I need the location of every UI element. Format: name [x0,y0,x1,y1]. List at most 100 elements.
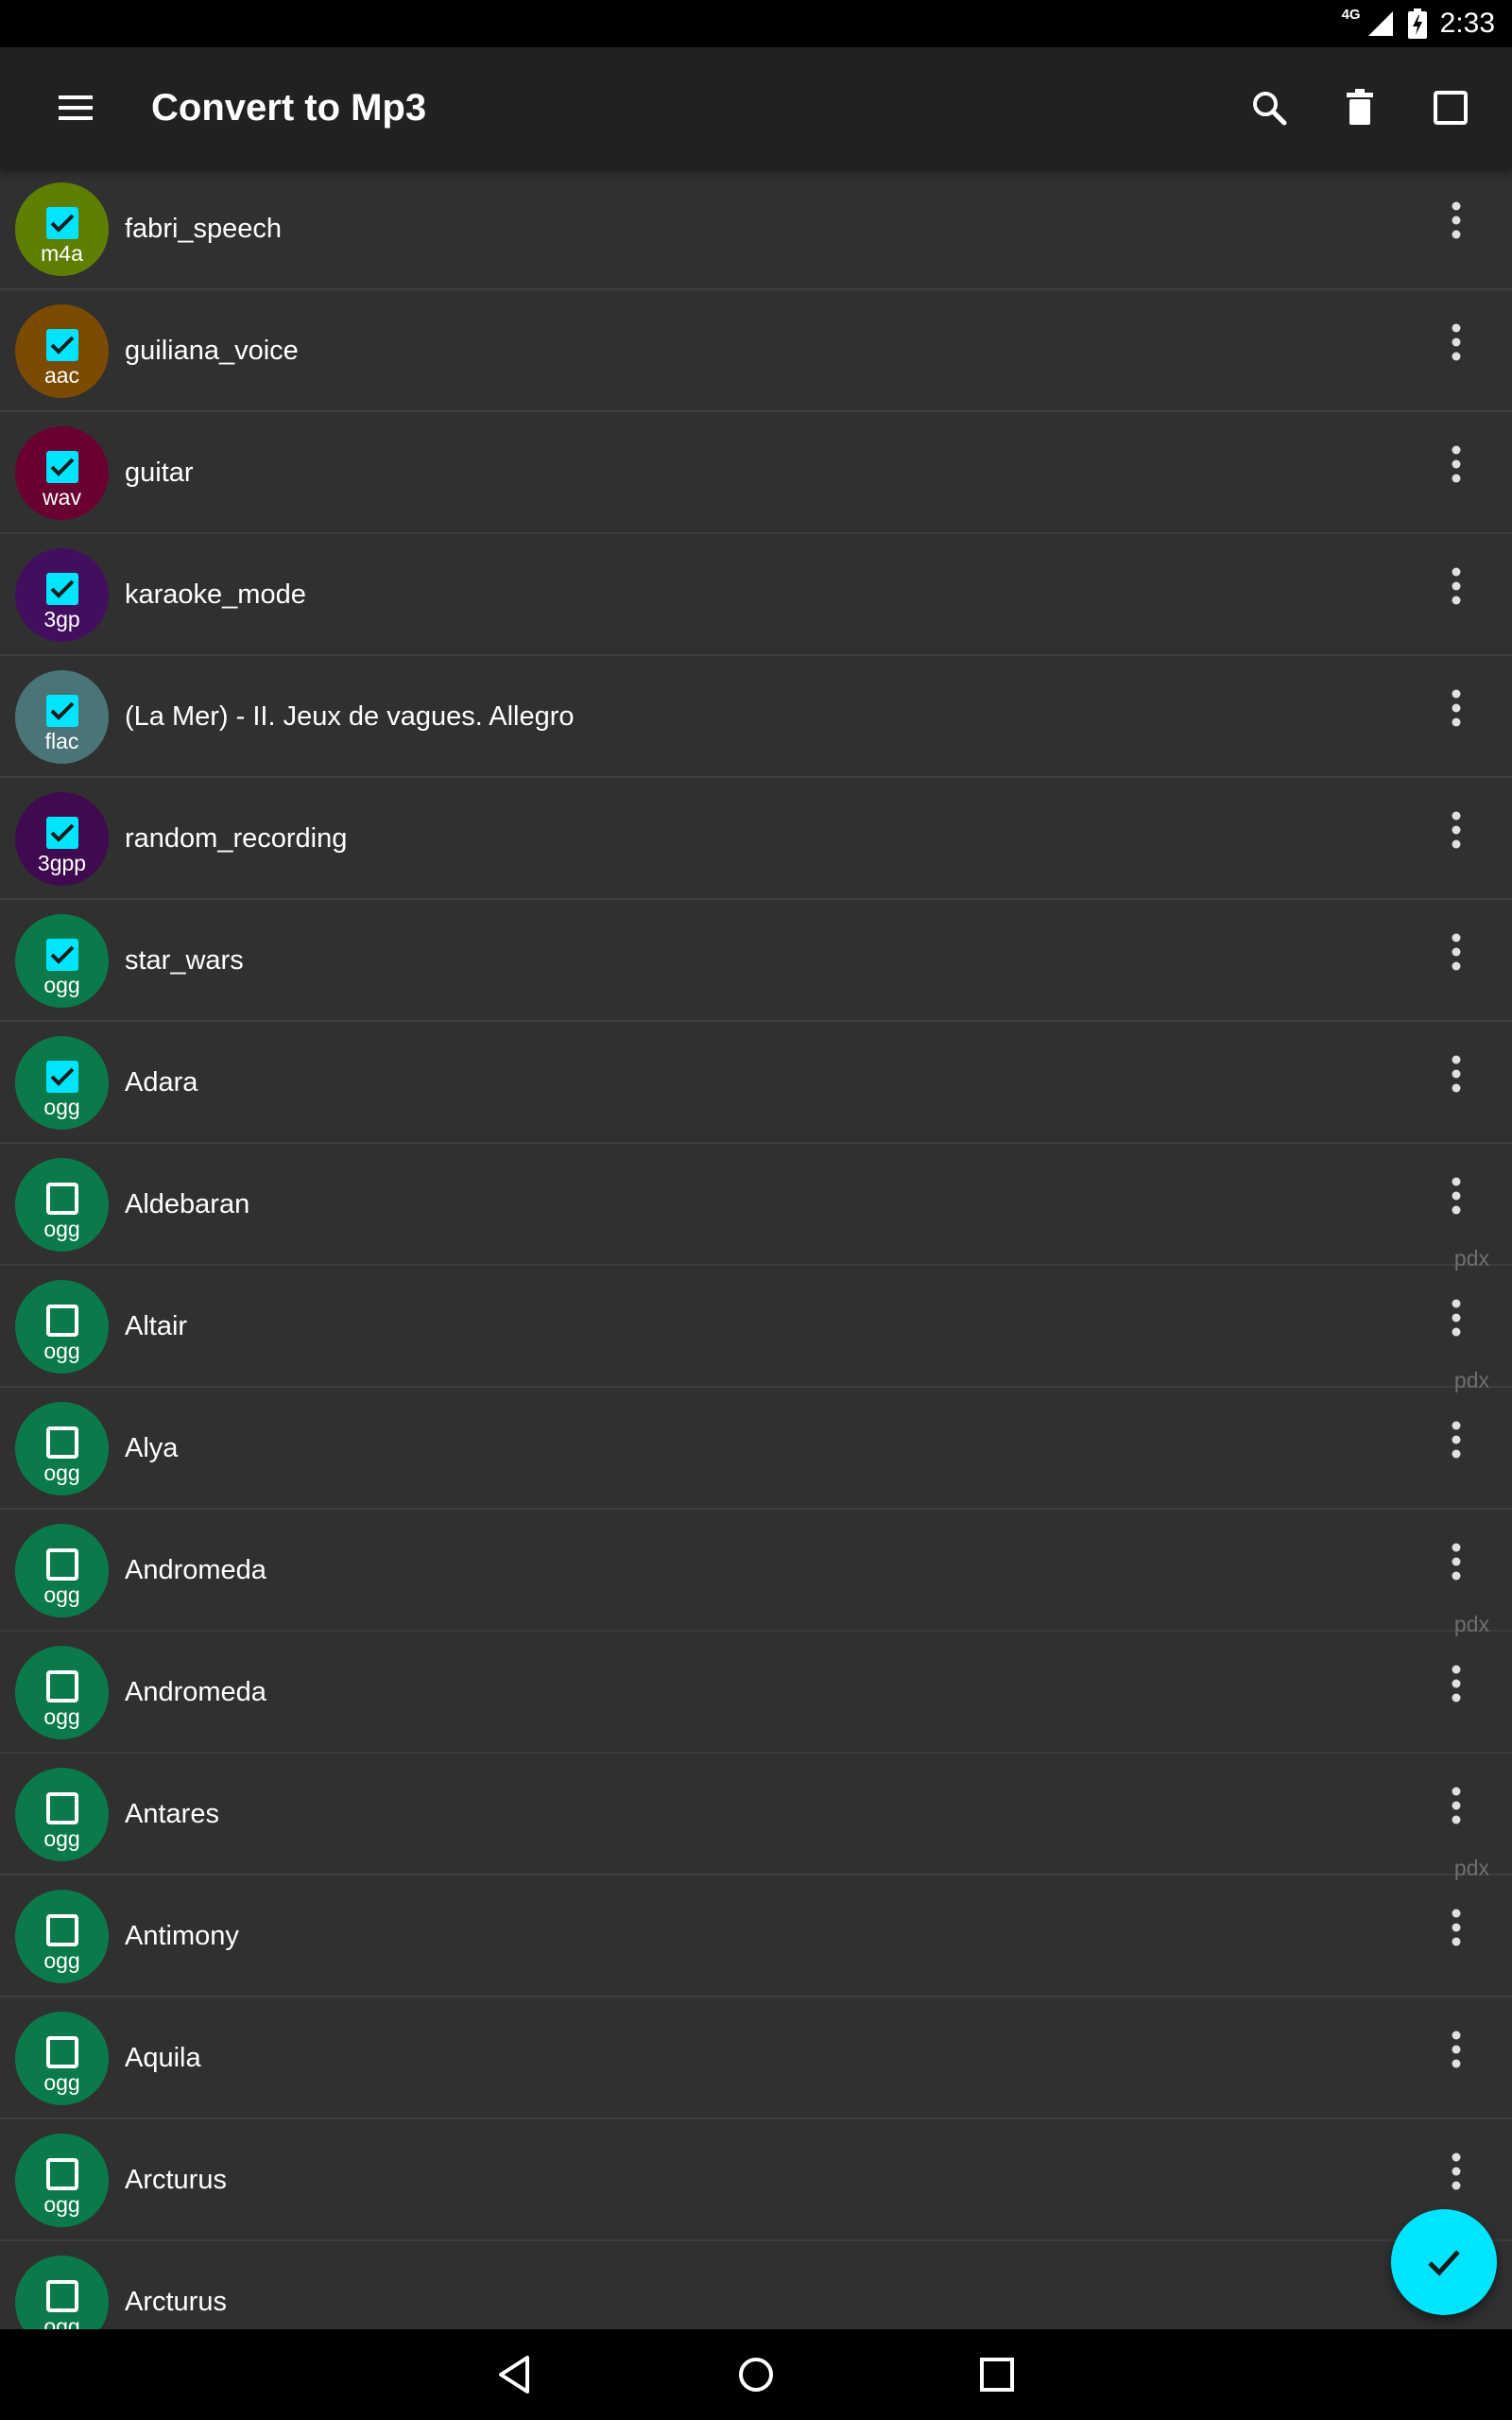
checkbox-unchecked-icon[interactable] [45,1182,79,1216]
list-item[interactable]: m4a fabri_speech [0,168,1512,290]
checkbox-checked-icon[interactable] [45,572,79,606]
checkbox-checked-icon[interactable] [45,328,79,362]
file-type-avatar[interactable]: ogg [15,1890,109,1983]
list-item[interactable]: aac guiliana_voice [0,290,1512,412]
list-item[interactable]: wav guitar [0,412,1512,534]
checkbox-unchecked-icon[interactable] [45,1426,79,1460]
checkbox-unchecked-icon[interactable] [45,2157,79,2191]
more-options-icon[interactable] [1438,1050,1474,1103]
recents-icon[interactable] [972,2350,1022,2399]
file-type-avatar[interactable]: ogg [15,1524,109,1617]
more-options-icon[interactable] [1438,2148,1474,2201]
file-name: Adara [125,1067,198,1098]
list-item[interactable]: ogg Andromeda pdx [0,1510,1512,1636]
file-list: m4a fabri_speechaac guiliana_voicewav guita… [0,168,1512,2329]
more-options-icon[interactable] [1438,1660,1474,1713]
file-type-avatar[interactable]: ogg [15,1280,109,1374]
more-options-icon[interactable] [1438,1782,1474,1835]
page-title: Convert to Mp3 [151,87,427,129]
search-icon[interactable] [1246,85,1292,130]
list-item[interactable]: ogg Arcturus [0,2119,1512,2241]
checkbox-checked-icon[interactable] [45,816,79,850]
file-name: Antares [125,1799,219,1829]
list-item[interactable]: ogg Altair pdx [0,1266,1512,1392]
convert-fab-button[interactable] [1391,2209,1497,2315]
checkbox-unchecked-icon[interactable] [45,2035,79,2069]
file-extension: ogg [43,1948,80,1973]
more-options-icon[interactable] [1438,1904,1474,1957]
more-options-icon[interactable] [1438,1172,1474,1225]
checkbox-unchecked-icon[interactable] [45,1791,79,1825]
list-item[interactable]: ogg Antimony [0,1876,1512,1997]
file-type-avatar[interactable]: ogg [15,1646,109,1739]
checkbox-unchecked-icon[interactable] [45,1304,79,1338]
file-type-avatar[interactable]: ogg [15,2012,109,2105]
file-extension: ogg [43,1095,80,1119]
more-options-icon[interactable] [1438,684,1474,737]
more-options-icon[interactable] [1438,928,1474,981]
home-icon[interactable] [731,2350,781,2399]
list-item[interactable]: ogg Adara [0,1022,1512,1144]
file-extension: 3gpp [37,851,87,875]
list-item[interactable]: ogg Aldebaran pdx [0,1144,1512,1270]
more-options-icon[interactable] [1438,2026,1474,2079]
file-name: Altair [125,1311,188,1341]
signal-icon [1367,11,1393,36]
file-type-avatar[interactable]: 3gpp [15,792,109,886]
list-item[interactable]: flac (La Mer) - II. Jeux de vagues. Alleg… [0,656,1512,778]
more-options-icon[interactable] [1438,1294,1474,1347]
file-name: guiliana_voice [125,336,299,366]
file-extension: 3gp [43,607,80,631]
file-type-avatar[interactable]: ogg [15,1768,109,1861]
more-options-icon[interactable] [1438,1538,1474,1591]
checkbox-checked-icon[interactable] [45,694,79,728]
file-type-avatar[interactable]: ogg [15,1402,109,1495]
checkbox-unchecked-icon[interactable] [45,1913,79,1947]
file-type-avatar[interactable]: flac [15,670,109,764]
checkbox-checked-icon[interactable] [45,938,79,972]
file-type-avatar[interactable]: aac [15,304,109,398]
more-options-icon[interactable] [1438,319,1474,372]
list-item[interactable]: ogg Arcturus [0,2241,1512,2329]
file-type-avatar[interactable]: ogg [15,1036,109,1130]
file-type-avatar[interactable]: ogg [15,914,109,1008]
checkbox-checked-icon[interactable] [45,1060,79,1094]
file-type-avatar[interactable]: ogg [15,2134,109,2227]
back-icon[interactable] [491,2350,541,2399]
delete-icon[interactable] [1337,85,1383,130]
list-item[interactable]: ogg star_wars [0,900,1512,1022]
more-options-icon[interactable] [1438,441,1474,493]
more-options-icon[interactable] [1438,562,1474,615]
file-type-avatar[interactable]: ogg [15,2256,109,2329]
list-item[interactable]: 3gpp random_recording [0,778,1512,900]
checkbox-checked-icon[interactable] [45,450,79,484]
more-options-icon[interactable] [1438,197,1474,250]
list-item[interactable]: 3gp karaoke_mode [0,534,1512,656]
check-icon [1428,2250,1460,2276]
file-type-avatar[interactable]: 3gp [15,548,109,642]
file-name: star_wars [125,945,244,976]
file-name: Arcturus [125,2287,227,2317]
menu-icon[interactable] [51,85,100,130]
app-bar: Convert to Mp3 [0,47,1512,168]
more-options-icon[interactable] [1438,806,1474,859]
file-type-avatar[interactable]: m4a [15,182,109,276]
select-all-icon[interactable] [1428,85,1473,130]
list-item[interactable]: ogg Antares pdx [0,1754,1512,1880]
more-options-icon[interactable] [1438,1416,1474,1469]
file-name: Andromeda [125,1677,266,1707]
list-item[interactable]: ogg Aquila [0,1997,1512,2119]
file-extension: wav [43,485,81,510]
file-type-avatar[interactable]: wav [15,426,109,520]
file-name: Andromeda [125,1555,266,1585]
checkbox-unchecked-icon[interactable] [45,1669,79,1703]
list-item[interactable]: ogg Andromeda [0,1632,1512,1754]
checkbox-unchecked-icon[interactable] [45,1547,79,1582]
status-icons: 4G 2:33 [1342,0,1495,47]
checkbox-unchecked-icon[interactable] [45,2279,79,2313]
navigation-bar [0,2329,1512,2420]
list-item[interactable]: ogg Alya [0,1388,1512,1510]
checkbox-checked-icon[interactable] [45,206,79,240]
file-type-avatar[interactable]: ogg [15,1158,109,1252]
file-name: guitar [125,458,194,488]
